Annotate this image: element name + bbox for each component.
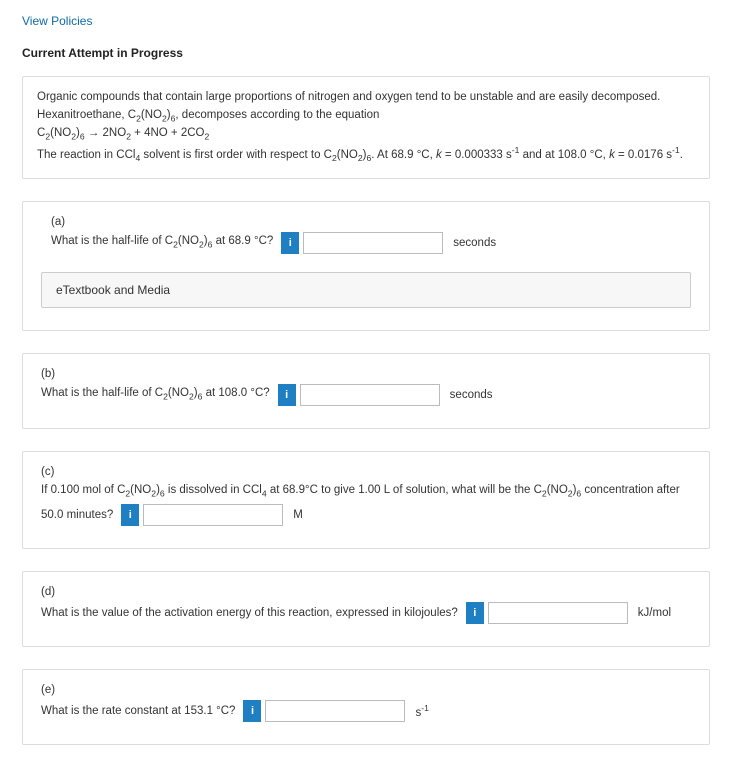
question-e: (e) What is the rate constant at 153.1 °… — [22, 669, 710, 745]
part-e-unit: s-1 — [415, 703, 428, 719]
info-icon[interactable]: i — [466, 602, 484, 624]
part-c-unit: M — [293, 509, 303, 521]
view-policies-link[interactable]: View Policies — [22, 14, 710, 28]
info-icon[interactable]: i — [281, 232, 299, 254]
question-b: (b) What is the half-life of C2(NO2)6 at… — [22, 353, 710, 429]
intro-line-2: Hexanitroethane, C2(NO2)6, decomposes ac… — [37, 107, 695, 126]
part-b-input[interactable] — [300, 384, 440, 406]
part-b-prompt: What is the half-life of C2(NO2)6 at 108… — [41, 384, 691, 406]
part-c-input[interactable] — [143, 504, 283, 526]
question-c: (c) If 0.100 mol of C2(NO2)6 is dissolve… — [22, 451, 710, 550]
part-a-unit: seconds — [453, 237, 496, 249]
part-c-prompt-2: 50.0 minutes? i M — [41, 504, 691, 526]
intro-line-1: Organic compounds that contain large pro… — [37, 89, 695, 107]
part-e-label: (e) — [41, 684, 691, 696]
part-d-unit: kJ/mol — [638, 607, 671, 619]
part-d-label: (d) — [41, 586, 691, 598]
question-a: (a) What is the half-life of C2(NO2)6 at… — [22, 201, 710, 331]
part-a-input[interactable] — [303, 232, 443, 254]
intro-line-3: C2(NO2)6 → 2NO2 + 4NO + 2CO2 — [37, 125, 695, 144]
intro-line-4: The reaction in CCl4 solvent is first or… — [37, 144, 695, 165]
part-a-label: (a) — [51, 216, 691, 228]
part-a-prompt: What is the half-life of C2(NO2)6 at 68.… — [51, 232, 691, 254]
part-e-input[interactable] — [265, 700, 405, 722]
etextbook-button[interactable]: eTextbook and Media — [41, 272, 691, 308]
part-c-prompt-1: If 0.100 mol of C2(NO2)6 is dissolved in… — [41, 482, 691, 501]
intro-box: Organic compounds that contain large pro… — [22, 76, 710, 179]
info-icon[interactable]: i — [243, 700, 261, 722]
part-e-prompt: What is the rate constant at 153.1 °C? i… — [41, 700, 691, 722]
info-icon[interactable]: i — [121, 504, 139, 526]
part-c-label: (c) — [41, 466, 691, 478]
part-d-prompt: What is the value of the activation ener… — [41, 602, 691, 624]
question-d: (d) What is the value of the activation … — [22, 571, 710, 647]
page-title: Current Attempt in Progress — [22, 46, 710, 60]
part-d-input[interactable] — [488, 602, 628, 624]
info-icon[interactable]: i — [278, 384, 296, 406]
part-b-unit: seconds — [450, 389, 493, 401]
part-b-label: (b) — [41, 368, 691, 380]
